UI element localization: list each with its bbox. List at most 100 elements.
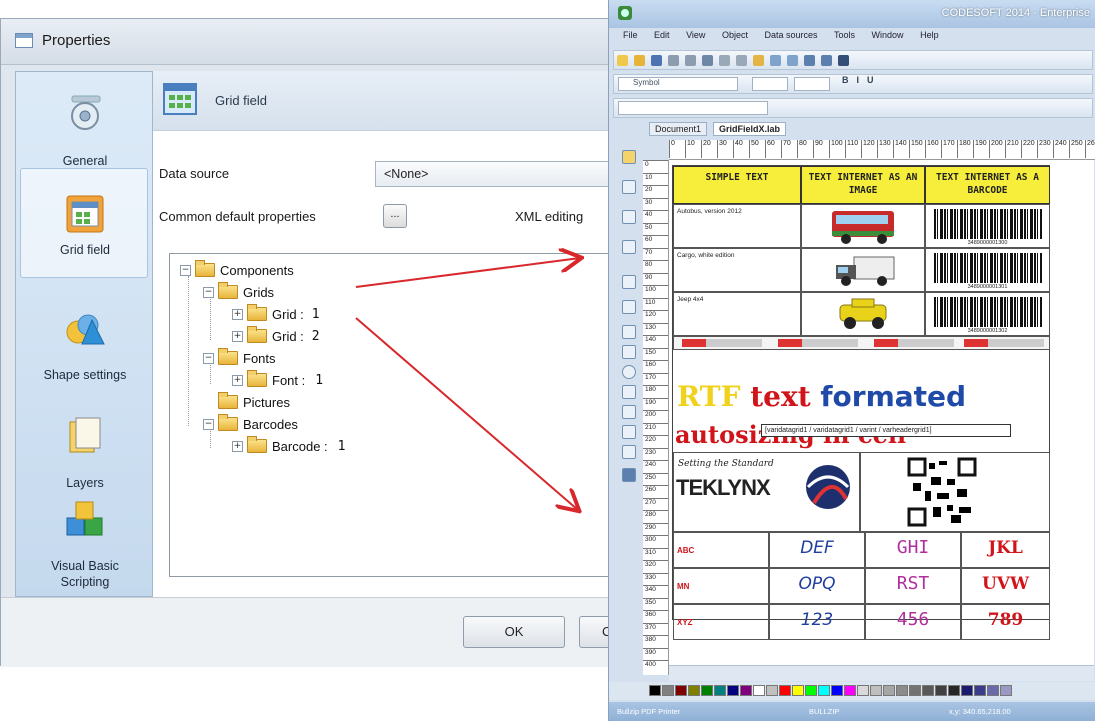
save-icon[interactable] [651, 55, 662, 66]
color-swatch[interactable] [1000, 685, 1012, 696]
open-icon[interactable] [634, 55, 645, 66]
sidebar-item-grid-field[interactable]: Grid field [16, 170, 154, 278]
expand-icon[interactable]: + [232, 330, 243, 342]
grid2-cell[interactable]: XYZ [673, 604, 769, 640]
print-setup-icon[interactable] [702, 55, 713, 66]
grid2-cell[interactable]: ABC [673, 532, 769, 568]
font-size-select[interactable] [752, 77, 788, 91]
tab-document1[interactable]: Document1 [649, 122, 708, 136]
menu-edit[interactable]: Edit [654, 30, 670, 40]
grid-cell-image[interactable] [801, 292, 925, 336]
tree-node-grid-1[interactable]: + Grid : 1 [232, 304, 320, 324]
grid-cell-barcode[interactable]: 3489000001301 [925, 248, 1050, 292]
tab-gridfieldx[interactable]: GridFieldX.lab [713, 122, 787, 136]
polygon-tool-icon[interactable] [622, 385, 636, 399]
tree-node-components[interactable]: − Components [180, 260, 294, 280]
tree-node-pictures[interactable]: Pictures [218, 392, 290, 412]
sidebar-item-vb-scripting[interactable]: Visual Basic Scripting [16, 494, 154, 598]
color-swatch[interactable] [779, 685, 791, 696]
image-tool-icon[interactable] [622, 240, 636, 254]
object-select[interactable] [618, 101, 768, 115]
text-tool-icon[interactable] [622, 180, 636, 194]
tree-node-barcodes[interactable]: − Barcodes [203, 414, 298, 434]
color-swatch[interactable] [883, 685, 895, 696]
variable-text-box[interactable]: [varidatagrid1 / varidatagrid1 / varint … [761, 424, 1011, 437]
rounded-rect-tool-icon[interactable] [622, 425, 636, 439]
color-swatch[interactable] [922, 685, 934, 696]
grid-cell-text[interactable]: Jeep 4x4 [673, 292, 801, 336]
expand-icon[interactable]: + [232, 308, 243, 320]
tree-node-grid-2[interactable]: + Grid : 2 [232, 326, 320, 346]
grid2-cell[interactable]: UVW [961, 568, 1050, 604]
menu-window[interactable]: Window [872, 30, 904, 40]
grid2-cell[interactable]: GHI [865, 532, 961, 568]
menu-file[interactable]: File [623, 30, 638, 40]
print-preview-icon[interactable] [685, 55, 696, 66]
grid-tool-icon[interactable] [622, 468, 636, 482]
select-tool-icon[interactable] [622, 150, 636, 164]
data-source-select[interactable]: <None> [375, 161, 641, 187]
label-design[interactable]: SIMPLE TEXT TEXT INTERNET AS AN IMAGE TE… [672, 165, 1051, 640]
grid2-cell[interactable]: RST [865, 568, 961, 604]
diagonal-tool-icon[interactable] [622, 405, 636, 419]
ok-button[interactable]: OK [463, 616, 565, 648]
grid2-cell[interactable]: 789 [961, 604, 1050, 640]
paragraph-tool-icon[interactable] [622, 275, 636, 289]
rtf-tool-icon[interactable] [622, 300, 636, 314]
color-swatch[interactable] [740, 685, 752, 696]
collapse-icon[interactable]: − [203, 286, 214, 298]
color-swatch[interactable] [701, 685, 713, 696]
menu-data-sources[interactable]: Data sources [764, 30, 817, 40]
color-swatch[interactable] [649, 685, 661, 696]
grid2-cell[interactable]: 456 [865, 604, 961, 640]
color-swatch[interactable] [753, 685, 765, 696]
color-swatch[interactable] [766, 685, 778, 696]
color-swatch[interactable] [961, 685, 973, 696]
grid-header-barcode[interactable]: TEXT INTERNET AS A BARCODE [925, 166, 1050, 204]
components-tree[interactable]: − Components − Grids + Grid : 1 + Grid :… [169, 253, 641, 577]
new-icon[interactable] [617, 55, 628, 66]
grid-header-simple-text[interactable]: SIMPLE TEXT [673, 166, 801, 204]
paste-icon[interactable] [753, 55, 764, 66]
grid-header-image[interactable]: TEXT INTERNET AS AN IMAGE [801, 166, 925, 204]
qr-code-cell[interactable] [860, 452, 1050, 532]
tree-node-grids[interactable]: − Grids [203, 282, 274, 302]
expand-icon[interactable]: + [232, 440, 243, 452]
color-swatch[interactable] [896, 685, 908, 696]
expand-icon[interactable]: + [232, 374, 243, 386]
rtf-text-object[interactable]: RTF text formated [673, 376, 1051, 418]
text-format-buttons[interactable]: BIU [842, 75, 882, 85]
color-swatch[interactable] [688, 685, 700, 696]
color-swatch[interactable] [675, 685, 687, 696]
grid2-cell[interactable]: 123 [769, 604, 865, 640]
tree-node-barcode-1[interactable]: + Barcode : 1 [232, 436, 345, 456]
color-swatch[interactable] [987, 685, 999, 696]
grid-cell-text[interactable]: Autobus, version 2012 [673, 204, 801, 248]
grid-2[interactable]: ABC DEF GHI JKL MN OPQ RST UVW XYZ 123 456 789 [673, 532, 1050, 642]
collapse-icon[interactable]: − [203, 352, 214, 364]
sidebar-item-shape-settings[interactable]: Shape settings [16, 282, 154, 382]
print-icon[interactable] [668, 55, 679, 66]
grid-cell-barcode[interactable]: 3489000001302 [925, 292, 1050, 336]
color-swatch[interactable] [948, 685, 960, 696]
color-swatch[interactable] [974, 685, 986, 696]
horizontal-scrollbar[interactable] [669, 665, 1094, 681]
sidebar-item-general[interactable]: General [16, 80, 154, 170]
label-canvas[interactable]: SIMPLE TEXT TEXT INTERNET AS AN IMAGE TE… [669, 160, 1094, 665]
color-swatch[interactable] [727, 685, 739, 696]
menu-help[interactable]: Help [920, 30, 939, 40]
copy-icon[interactable] [736, 55, 747, 66]
menu-object[interactable]: Object [722, 30, 748, 40]
color-swatch[interactable] [909, 685, 921, 696]
color-swatch[interactable] [792, 685, 804, 696]
collapse-icon[interactable]: − [180, 264, 191, 276]
font-style-select[interactable] [794, 77, 830, 91]
grid-cell-image[interactable] [801, 204, 925, 248]
grid2-cell[interactable]: JKL [961, 532, 1050, 568]
xml-editing-label[interactable]: XML editing [515, 209, 583, 224]
circle-tool-icon[interactable] [622, 445, 636, 459]
color-swatch[interactable] [818, 685, 830, 696]
color-swatch[interactable] [831, 685, 843, 696]
collapse-icon[interactable]: − [203, 418, 214, 430]
line-tool-icon[interactable] [622, 325, 636, 339]
